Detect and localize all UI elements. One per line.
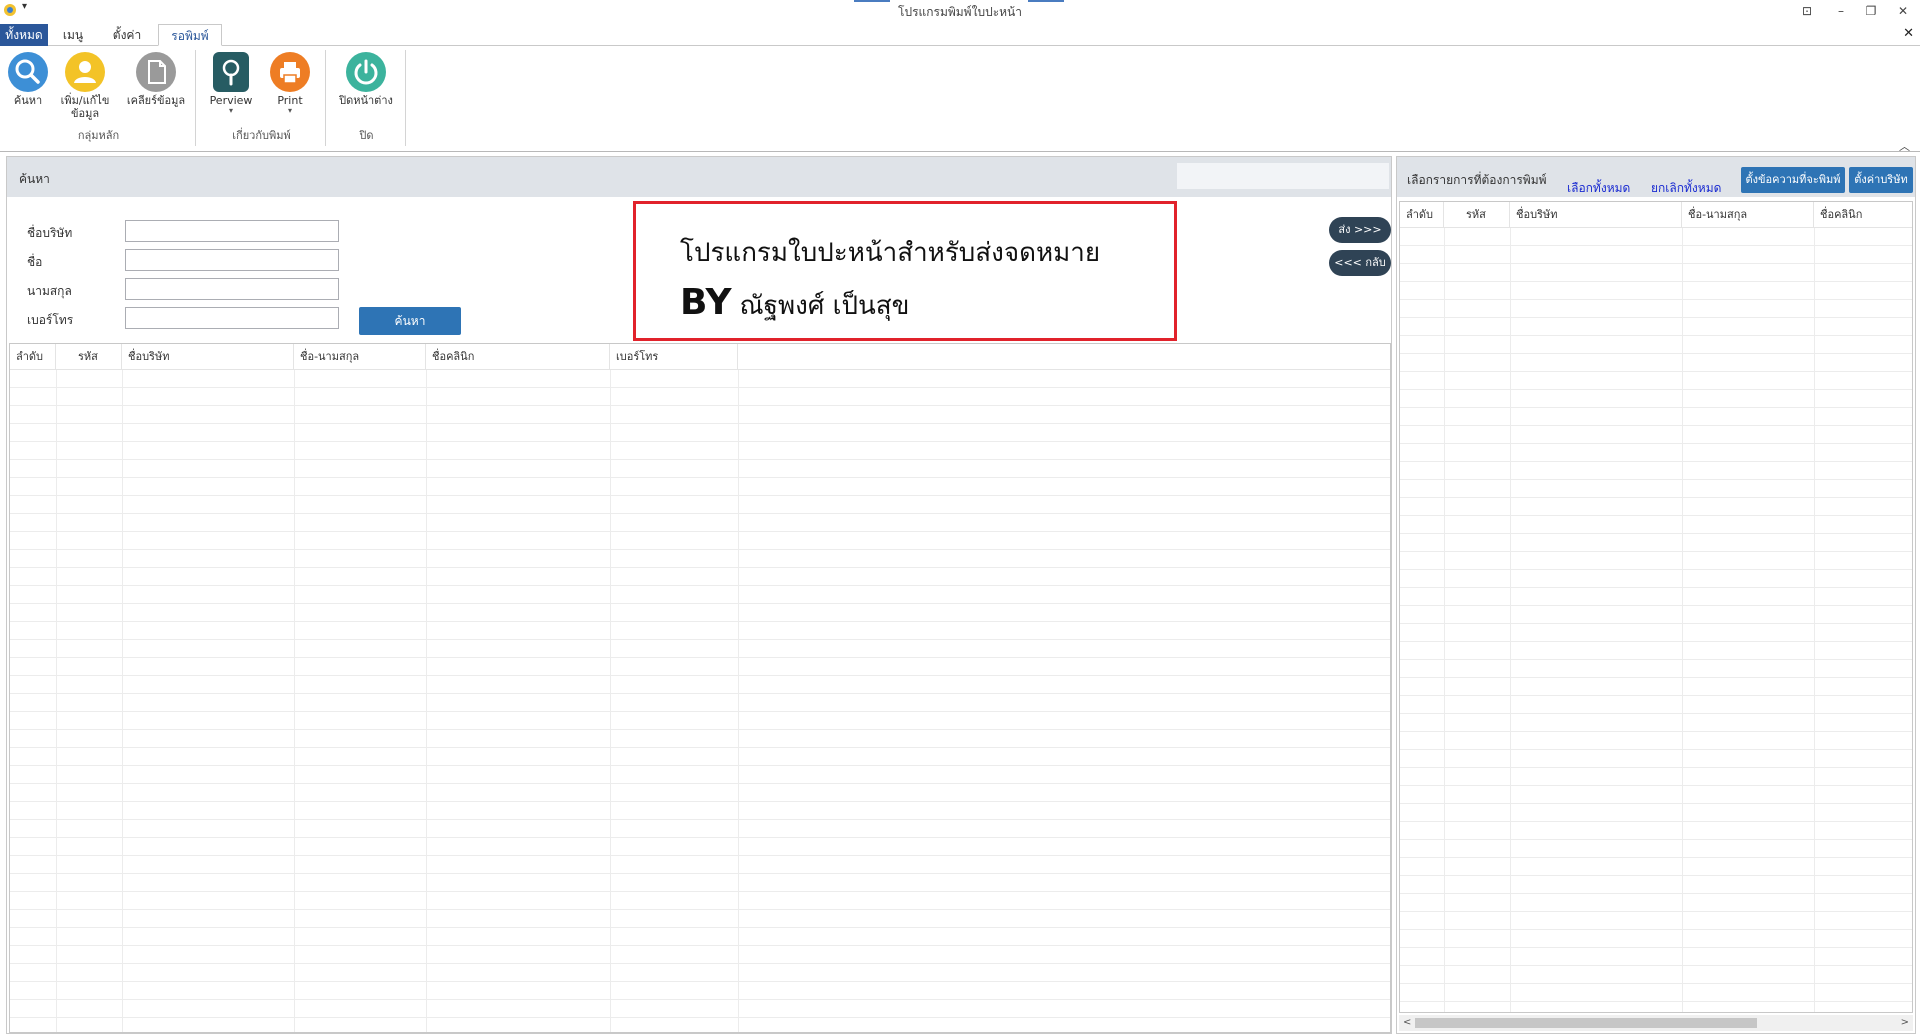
search-panel: ค้นหา ชื่อบริษัท ชื่อ นามสกุล เบอร์โทร ค… <box>6 156 1392 1034</box>
grid-divider <box>738 370 739 1032</box>
column-header[interactable]: รหัส <box>56 344 122 370</box>
watermark-image <box>1177 163 1389 189</box>
window-title: โปรแกรมพิมพ์ใบปะหน้า <box>898 5 1022 19</box>
power-icon <box>346 52 386 92</box>
column-header[interactable]: ชื่อ-นามสกุล <box>1682 202 1814 228</box>
title-accent-right <box>1028 0 1064 2</box>
ribbon-group-print-label: เกี่ยวกับพิมพ์ <box>232 129 291 142</box>
company-input[interactable] <box>125 220 339 242</box>
ribbon-group-main-label: กลุ่มหลัก <box>77 129 120 142</box>
column-header[interactable]: เบอร์โทร <box>610 344 738 370</box>
magnifier-icon <box>213 52 249 92</box>
scroll-left-icon[interactable]: < <box>1403 1015 1411 1031</box>
company-label: ชื่อบริษัท <box>27 226 73 240</box>
grid-divider <box>426 370 427 1032</box>
column-header[interactable]: ชื่อ-นามสกุล <box>294 344 426 370</box>
banner-title: โปรแกรมใบปะหน้าสำหรับส่งจดหมาย <box>680 238 1101 268</box>
column-header[interactable]: ชื่อบริษัท <box>1510 202 1682 228</box>
user-icon <box>65 52 105 92</box>
select-all-link[interactable]: เลือกทั้งหมด <box>1567 179 1630 198</box>
minimize-button[interactable]: – <box>1830 2 1852 20</box>
title-accent-left <box>854 0 890 2</box>
title-bar: ▾ โปรแกรมพิมพ์ใบปะหน้า ⊡ – ❐ ✕ <box>0 0 1920 22</box>
collapse-ribbon-icon[interactable]: ︿ <box>1899 138 1910 154</box>
tab-waiting-print[interactable]: รอพิมพ์ <box>158 24 222 46</box>
scroll-right-icon[interactable]: > <box>1901 1015 1909 1031</box>
scrollbar-thumb[interactable] <box>1415 1018 1757 1028</box>
phone-label: เบอร์โทร <box>27 313 74 327</box>
company-settings-button[interactable]: ตั้งค่าบริษัท <box>1849 167 1913 193</box>
tab-menu[interactable]: เมนู <box>52 24 94 46</box>
ribbon-tab-row: ทั้งหมด เมนู ตั้งค่า รอพิมพ์ <box>0 22 1920 46</box>
name-label: ชื่อ <box>27 255 43 269</box>
horizontal-scrollbar[interactable]: < > <box>1399 1015 1913 1031</box>
print-button[interactable]: Print ▾ <box>264 52 316 115</box>
back-button[interactable]: <<< กลับ <box>1329 250 1391 276</box>
ribbon-group-main: ค้นหา เพิ่ม/แก้ไข ข้อมูล เคลียร์ข้อมูล ก… <box>2 50 196 146</box>
add-edit-label-line1: เพิ่ม/แก้ไข <box>60 94 110 107</box>
print-queue-grid-header: ลำดับ รหัส ชื่อบริษัท ชื่อ-นามสกุล ชื่อค… <box>1400 202 1912 228</box>
grid-divider <box>1682 228 1683 1012</box>
column-header[interactable]: รหัส <box>1444 202 1510 228</box>
name-input[interactable] <box>125 249 339 271</box>
print-queue-grid[interactable]: ลำดับ รหัส ชื่อบริษัท ชื่อ-นามสกุล ชื่อค… <box>1399 201 1913 1013</box>
send-button[interactable]: ส่ง >>> <box>1329 217 1391 243</box>
ribbon-group-print: Perview ▾ Print ▾ เกี่ยวกับพิมพ์ <box>198 50 326 146</box>
search-ribbon-label: ค้นหา <box>13 94 43 107</box>
document-icon <box>136 52 176 92</box>
grid-divider <box>1510 228 1511 1012</box>
banner-byline: BY ณัฐพงศ์ เป็นสุข <box>680 282 909 326</box>
customer-grid-body[interactable] <box>10 370 1390 1032</box>
banner-box: โปรแกรมใบปะหน้าสำหรับส่งจดหมาย BY ณัฐพงศ์… <box>633 201 1177 341</box>
ribbon: ค้นหา เพิ่ม/แก้ไข ข้อมูล เคลียร์ข้อมูล ก… <box>0 46 1920 154</box>
print-queue-grid-body[interactable] <box>1400 228 1912 1012</box>
printer-icon <box>270 52 310 92</box>
column-header[interactable]: ลำดับ <box>1400 202 1444 228</box>
add-edit-data-button[interactable]: เพิ่ม/แก้ไข ข้อมูล <box>52 52 118 120</box>
search-icon <box>8 52 48 92</box>
close-window-label: ปิดหน้าต่าง <box>339 94 393 107</box>
customer-grid[interactable]: ลำดับ รหัส ชื่อบริษัท ชื่อ-นามสกุล ชื่อค… <box>9 343 1391 1033</box>
column-header[interactable]: ลำดับ <box>10 344 56 370</box>
tab-all[interactable]: ทั้งหมด <box>0 24 48 46</box>
grid-divider <box>1814 228 1815 1012</box>
maximize-button[interactable]: ❐ <box>1860 2 1882 20</box>
preview-dropdown-icon[interactable]: ▾ <box>206 107 256 115</box>
print-dropdown-icon[interactable]: ▾ <box>264 107 316 115</box>
banner-by: BY <box>680 282 732 323</box>
print-selection-panel: เลือกรายการที่ต้องการพิมพ์ เลือกทั้งหมด … <box>1396 156 1916 1034</box>
print-selection-header: เลือกรายการที่ต้องการพิมพ์ เลือกทั้งหมด … <box>1397 157 1915 197</box>
column-header[interactable]: ชื่อคลินิก <box>426 344 610 370</box>
ribbon-group-close: ปิดหน้าต่าง ปิด <box>328 50 406 146</box>
tab-settings[interactable]: ตั้งค่า <box>100 24 154 46</box>
grid-divider <box>1444 228 1445 1012</box>
search-panel-header: ค้นหา <box>7 157 1391 197</box>
window-close-button[interactable]: ✕ <box>1892 2 1914 20</box>
grid-divider <box>294 370 295 1032</box>
surname-input[interactable] <box>125 278 339 300</box>
print-selection-title: เลือกรายการที่ต้องการพิมพ์ <box>1407 173 1547 187</box>
preview-button[interactable]: Perview ▾ <box>206 52 256 115</box>
search-ribbon-button[interactable]: ค้นหา <box>6 52 50 107</box>
surname-label: นามสกุล <box>27 284 72 298</box>
phone-input[interactable] <box>125 307 339 329</box>
customer-grid-header: ลำดับ รหัส ชื่อบริษัท ชื่อ-นามสกุล ชื่อค… <box>10 344 1390 370</box>
search-panel-title: ค้นหา <box>19 172 50 186</box>
column-header[interactable]: ชื่อคลินิก <box>1814 202 1912 228</box>
grid-divider <box>610 370 611 1032</box>
ribbon-group-close-label: ปิด <box>359 129 374 142</box>
clear-data-button[interactable]: เคลียร์ข้อมูล <box>120 52 192 107</box>
search-button[interactable]: ค้นหา <box>359 307 461 335</box>
column-header[interactable]: ชื่อบริษัท <box>122 344 294 370</box>
banner-author: ณัฐพงศ์ เป็นสุข <box>739 291 910 321</box>
clear-data-label: เคลียร์ข้อมูล <box>126 94 186 107</box>
deselect-all-link[interactable]: ยกเลิกทั้งหมด <box>1651 179 1721 198</box>
print-text-settings-button[interactable]: ตั้งข้อความที่จะพิมพ์ <box>1741 167 1845 193</box>
grid-divider <box>122 370 123 1032</box>
ribbon-close-icon[interactable]: ✕ <box>1903 26 1914 41</box>
restore-ribbon-icon[interactable]: ⊡ <box>1796 2 1818 20</box>
close-window-button[interactable]: ปิดหน้าต่าง <box>332 52 400 107</box>
add-edit-label-line2: ข้อมูล <box>70 107 100 120</box>
grid-divider <box>56 370 57 1032</box>
